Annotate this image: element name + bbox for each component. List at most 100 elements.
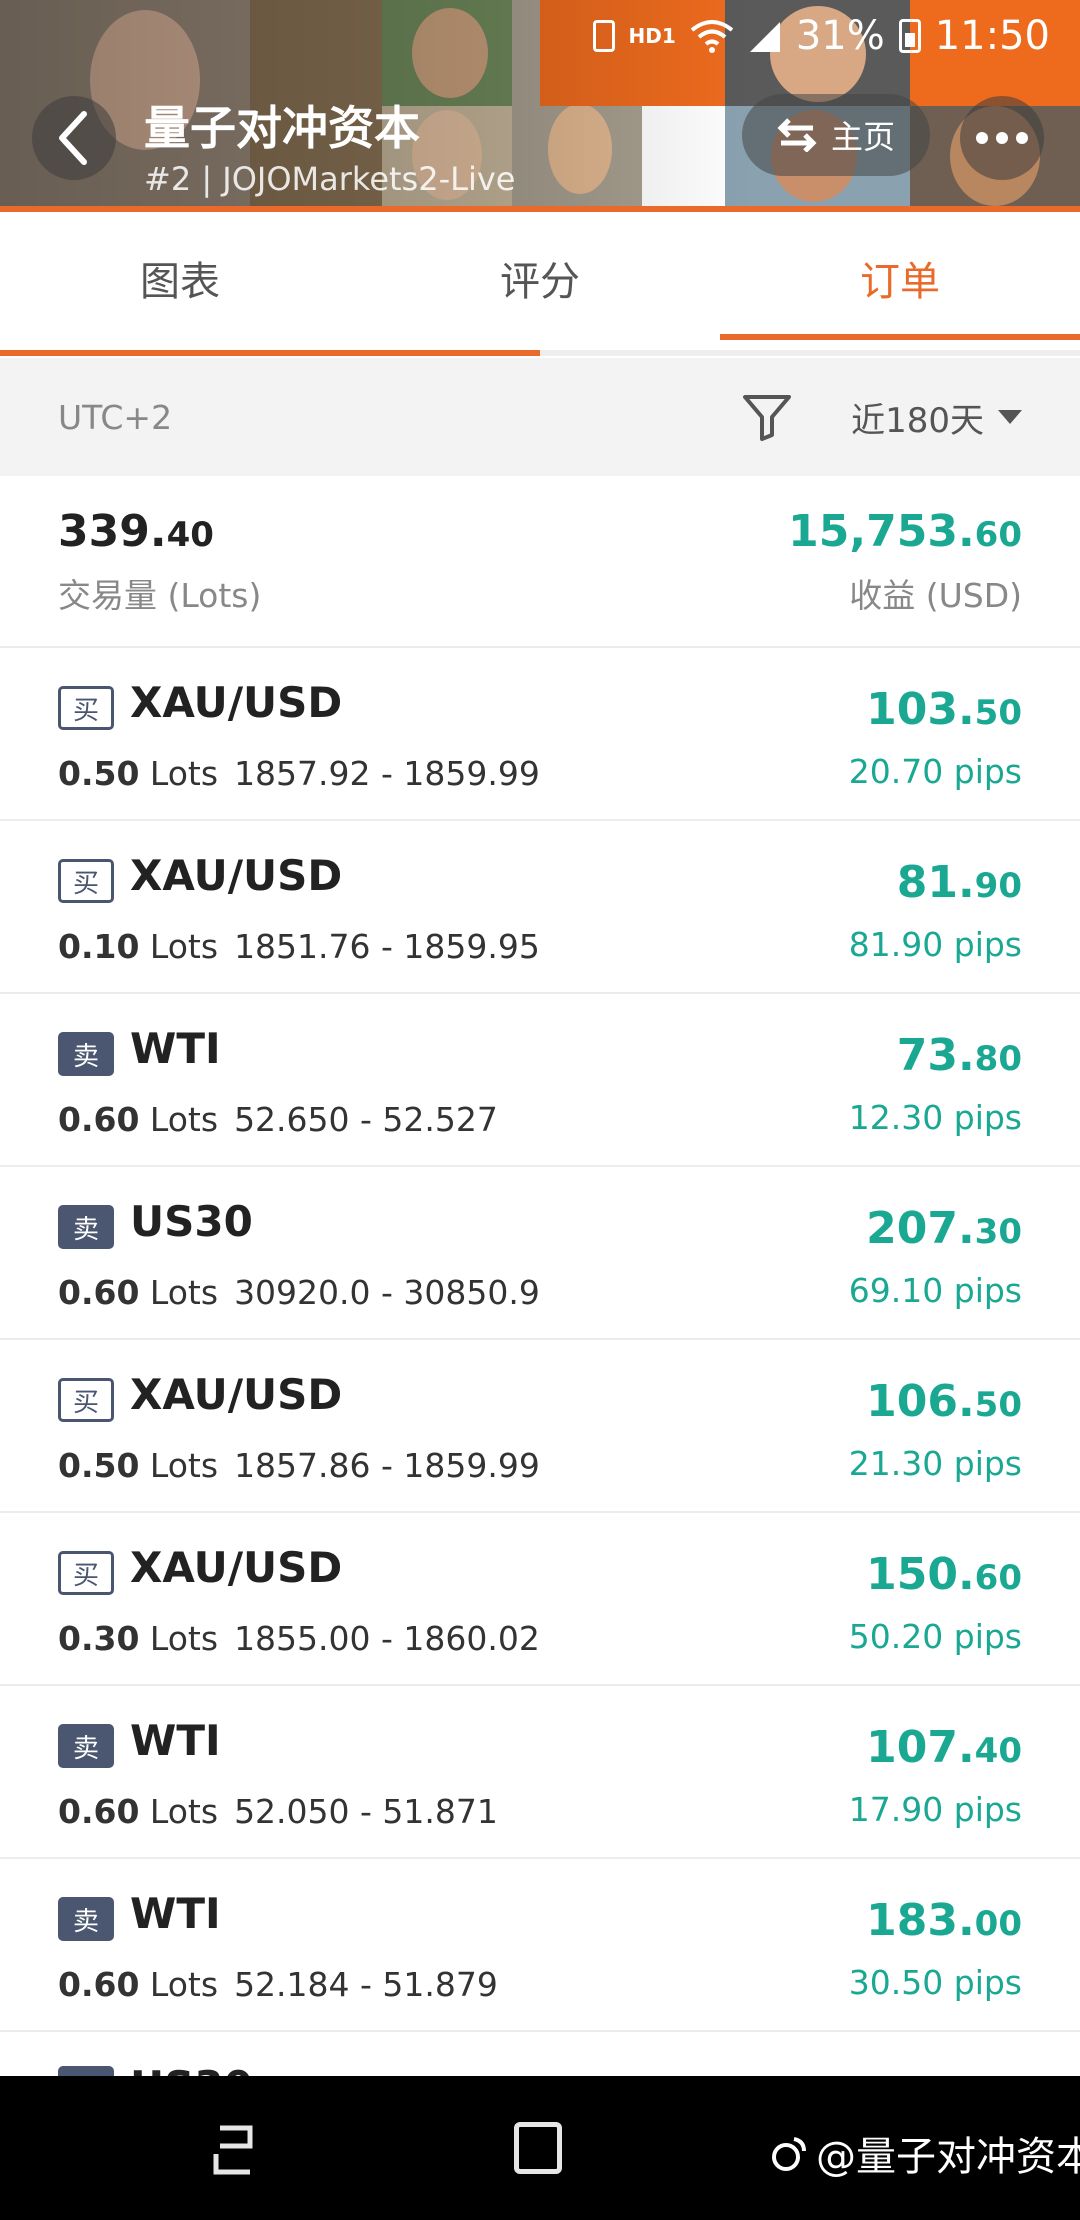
order-lots-unit: Lots (149, 754, 219, 793)
order-lots-unit: Lots (149, 1446, 219, 1485)
volume-summary: 339.40 交易量 (Lots) (58, 506, 261, 617)
order-pips: 17.90 pips (848, 1790, 1022, 1829)
battery-saver-icon (592, 20, 615, 52)
side-badge (58, 2066, 114, 2076)
tab-rating[interactable]: 评分 (360, 214, 720, 342)
filter-bar: UTC+2 近180天 (0, 358, 1080, 476)
caret-down-icon (998, 410, 1022, 424)
home-button[interactable]: 主页 (742, 94, 930, 176)
recent-apps-icon[interactable] (210, 2120, 260, 2180)
order-profit: 183.00 (866, 1895, 1022, 1946)
order-price-range: 1857.86 - 1859.99 (234, 1446, 540, 1485)
order-row[interactable]: 买 XAU/USD 0.50 Lots 1857.92 - 1859.99 103.50… (0, 648, 1080, 821)
side-badge: 买 (58, 1378, 114, 1422)
order-pips: 21.30 pips (848, 1444, 1022, 1483)
hd-indicator: HD1 (628, 24, 676, 48)
wifi-icon (690, 20, 734, 53)
order-symbol: WTI (130, 1716, 221, 1765)
order-profit: 150.60 (866, 1549, 1022, 1600)
partial-order-row[interactable]: US30 (0, 2032, 1080, 2076)
order-price-range: 30920.0 - 30850.9 (234, 1273, 540, 1312)
order-lots: 0.60 (58, 1100, 140, 1139)
order-detail: 0.60 Lots 52.184 - 51.879 (58, 1965, 498, 2004)
side-badge: 买 (58, 1551, 114, 1595)
order-lots: 0.10 (58, 927, 140, 966)
order-row[interactable]: 买 XAU/USD 0.10 Lots 1851.76 - 1859.95 81.90 8… (0, 821, 1080, 994)
order-pips: 12.30 pips (848, 1098, 1022, 1137)
order-symbol: US30 (130, 2062, 253, 2076)
order-lots: 0.60 (58, 1273, 140, 1312)
watermark: @量子对冲资本 (768, 2124, 1080, 2182)
order-row[interactable]: 卖 WTI 0.60 Lots 52.650 - 52.527 73.80 12.30 p… (0, 994, 1080, 1167)
tab-bar: 图表 评分 订单 (0, 214, 1080, 342)
order-price-range: 52.184 - 51.879 (234, 1965, 498, 2004)
order-price-range: 1857.92 - 1859.99 (234, 754, 540, 793)
order-detail: 0.60 Lots 52.650 - 52.527 (58, 1100, 498, 1139)
order-profit: 207.30 (866, 1203, 1022, 1254)
order-symbol: XAU/USD (130, 1370, 343, 1419)
profit-label: 收益 (USD) (849, 576, 1022, 615)
side-badge: 买 (58, 859, 114, 903)
order-symbol: WTI (130, 1889, 221, 1938)
side-badge: 卖 (58, 1032, 114, 1076)
date-range-label: 近180天 (851, 400, 984, 441)
order-row[interactable]: 卖 WTI 0.60 Lots 52.050 - 51.871 107.40 17.90 … (0, 1686, 1080, 1859)
watermark-text: @量子对冲资本 (816, 2134, 1080, 2180)
order-profit: 103.50 (866, 684, 1022, 735)
order-lots-unit: Lots (149, 1619, 219, 1658)
side-badge: 卖 (58, 1205, 114, 1249)
more-icon (976, 132, 1028, 144)
order-lots-unit: Lots (149, 1273, 219, 1312)
profit-value: 15,753.60 (788, 506, 1022, 557)
order-lots-unit: Lots (149, 927, 219, 966)
order-pips: 69.10 pips (848, 1271, 1022, 1310)
header-accent-strip (0, 206, 1080, 212)
battery-percent: 31% (795, 13, 885, 59)
order-detail: 0.60 Lots 30920.0 - 30850.9 (58, 1273, 540, 1312)
order-profit: 106.50 (866, 1376, 1022, 1427)
order-row[interactable]: 卖 US30 0.60 Lots 30920.0 - 30850.9 207.30 69.… (0, 1167, 1080, 1340)
order-detail: 0.60 Lots 52.050 - 51.871 (58, 1792, 498, 1831)
filter-icon[interactable] (741, 391, 793, 443)
order-symbol: WTI (130, 1024, 221, 1073)
order-row[interactable]: 买 XAU/USD 0.30 Lots 1855.00 - 1860.02 150.60… (0, 1513, 1080, 1686)
profit-summary: 15,753.60 收益 (USD) (788, 506, 1022, 617)
back-button[interactable] (32, 96, 116, 180)
home-button-label: 主页 (830, 118, 895, 156)
more-button[interactable] (960, 96, 1044, 180)
system-nav-bar: @量子对冲资本 (0, 2076, 1080, 2220)
signal-icon (749, 22, 780, 52)
order-price-range: 52.050 - 51.871 (234, 1792, 498, 1831)
order-symbol: XAU/USD (130, 851, 343, 900)
order-pips: 30.50 pips (848, 1963, 1022, 2002)
order-lots: 0.30 (58, 1619, 140, 1658)
order-symbol: XAU/USD (130, 678, 343, 727)
order-detail: 0.10 Lots 1851.76 - 1859.95 (58, 927, 540, 966)
order-row[interactable]: 买 XAU/USD 0.50 Lots 1857.86 - 1859.99 106.50… (0, 1340, 1080, 1513)
side-badge: 卖 (58, 1724, 114, 1768)
order-lots: 0.50 (58, 754, 140, 793)
order-lots-unit: Lots (149, 1965, 219, 2004)
order-price-range: 1855.00 - 1860.02 (234, 1619, 540, 1658)
order-lots-unit: Lots (149, 1792, 219, 1831)
page-title: 量子对冲资本 (144, 101, 420, 155)
order-lots: 0.60 (58, 1792, 140, 1831)
home-nav-icon[interactable] (514, 2122, 562, 2174)
order-price-range: 52.650 - 52.527 (234, 1100, 498, 1139)
swap-icon (777, 118, 817, 152)
tab-chart[interactable]: 图表 (0, 214, 360, 342)
order-profit: 73.80 (896, 1030, 1022, 1081)
order-pips: 50.20 pips (848, 1617, 1022, 1656)
account-subtitle: #2 | JOJOMarkets2-Live (144, 160, 516, 198)
order-symbol: XAU/USD (130, 1543, 343, 1592)
weibo-icon (772, 2137, 806, 2171)
tab-orders[interactable]: 订单 (720, 214, 1080, 342)
order-detail: 0.50 Lots 1857.86 - 1859.99 (58, 1446, 540, 1485)
order-lots: 0.60 (58, 1965, 140, 2004)
order-detail: 0.50 Lots 1857.92 - 1859.99 (58, 754, 540, 793)
order-profit: 107.40 (866, 1722, 1022, 1773)
battery-icon (898, 19, 921, 53)
order-row[interactable]: 卖 WTI 0.60 Lots 52.184 - 51.879 183.00 30.50 … (0, 1859, 1080, 2032)
volume-value: 339.40 (58, 506, 214, 557)
date-range-dropdown[interactable]: 近180天 (851, 393, 1022, 442)
